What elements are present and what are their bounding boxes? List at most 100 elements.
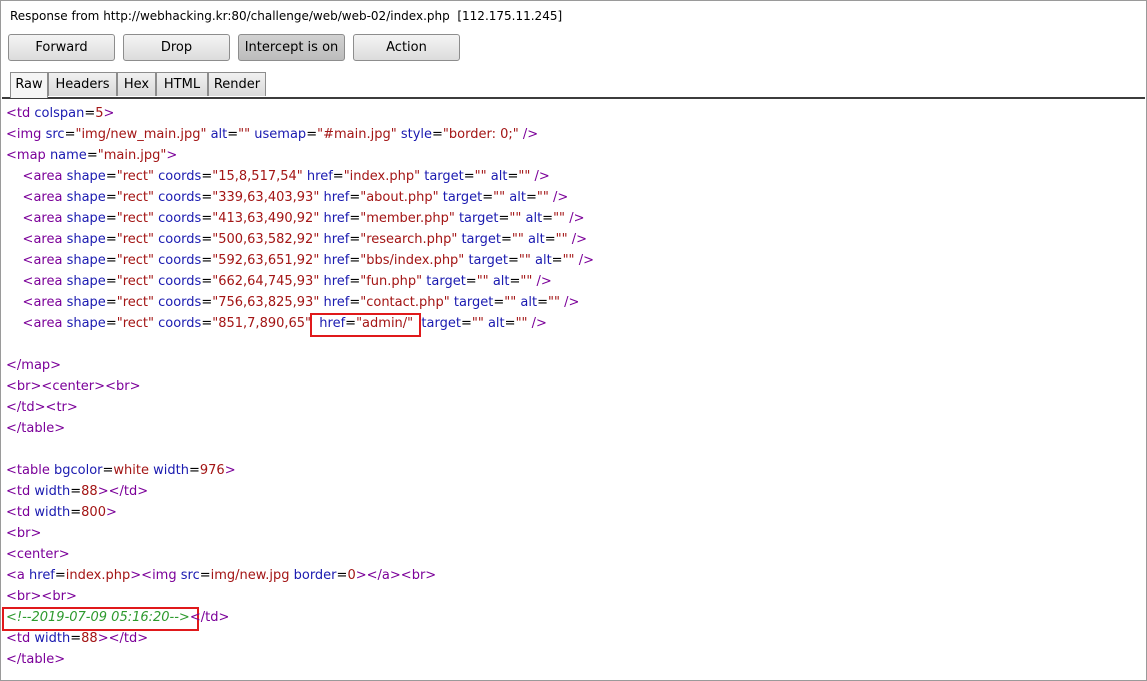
tag-token: > bbox=[137, 631, 149, 646]
tag-token: </ bbox=[366, 568, 382, 583]
tag-token: area bbox=[33, 211, 63, 226]
attr-name-token: coords bbox=[158, 169, 202, 184]
attr-name-token: width bbox=[34, 631, 71, 646]
text-token: = bbox=[64, 127, 76, 142]
attr-name-token: style bbox=[400, 127, 433, 142]
tag-token: > bbox=[30, 589, 42, 604]
text-token: = bbox=[201, 253, 213, 268]
attr-name-token: href bbox=[323, 232, 350, 247]
attr-value-token: "img/new_main.jpg" bbox=[75, 127, 207, 142]
tag-token: center bbox=[52, 379, 95, 394]
attr-value-token: "rect" bbox=[116, 211, 154, 226]
attr-name-token: colspan bbox=[34, 106, 85, 121]
tag-token: < bbox=[41, 379, 53, 394]
attr-name-token: shape bbox=[66, 316, 106, 331]
tag-token: </ bbox=[6, 421, 22, 436]
code-line: <area shape="rect" coords="15,8,517,54" … bbox=[6, 166, 550, 187]
attr-value-token: "" bbox=[553, 211, 566, 226]
text-token: = bbox=[201, 274, 213, 289]
attr-name-token: coords bbox=[158, 253, 202, 268]
attr-value-token: 5 bbox=[95, 106, 104, 121]
response-viewer-window: Response from http://webhacking.kr:80/ch… bbox=[0, 0, 1147, 681]
tag-token: > bbox=[97, 631, 109, 646]
attr-name-token: href bbox=[323, 274, 350, 289]
attr-name-token: coords bbox=[158, 274, 202, 289]
attr-value-token: "rect" bbox=[116, 274, 154, 289]
attr-value-token: "" bbox=[548, 295, 560, 310]
text-token: = bbox=[345, 316, 357, 331]
code-line: <table bgcolor=white width=976> bbox=[6, 460, 236, 481]
tag-token: < bbox=[22, 316, 34, 331]
attr-value-token: "" bbox=[518, 169, 531, 184]
attr-name-token: shape bbox=[66, 253, 106, 268]
attr-value-token: "" bbox=[562, 253, 575, 268]
forward-button[interactable]: Forward bbox=[8, 34, 115, 61]
tag-token: </ bbox=[108, 484, 124, 499]
text-token: = bbox=[105, 211, 117, 226]
attr-value-token: "rect" bbox=[116, 169, 154, 184]
drop-button[interactable]: Drop bbox=[123, 34, 230, 61]
tag-token: br bbox=[411, 568, 426, 583]
tab-headers[interactable]: Headers bbox=[48, 72, 117, 96]
tag-token: br bbox=[16, 589, 31, 604]
tag-token: > bbox=[97, 484, 109, 499]
text-token: = bbox=[227, 127, 239, 142]
tag-token: > bbox=[66, 400, 78, 415]
tab-hex[interactable]: Hex bbox=[117, 72, 156, 96]
code-line: </table> bbox=[6, 418, 65, 439]
text-token: = bbox=[432, 127, 443, 142]
tag-token: < bbox=[22, 253, 34, 268]
tag-token: /> bbox=[534, 169, 550, 184]
action-button[interactable]: Action bbox=[353, 34, 460, 61]
attr-value-token: "rect" bbox=[116, 295, 154, 310]
text-token: = bbox=[482, 190, 494, 205]
attr-name-token: width bbox=[34, 484, 71, 499]
code-line: <area shape="rect" coords="756,63,825,93… bbox=[6, 292, 580, 313]
tab-render[interactable]: Render bbox=[208, 72, 266, 96]
code-line: <area shape="rect" coords="500,63,582,92… bbox=[6, 229, 587, 250]
attr-name-token: shape bbox=[66, 190, 106, 205]
tag-token: > bbox=[54, 652, 66, 667]
tab-html[interactable]: HTML bbox=[156, 72, 208, 96]
text-token: = bbox=[463, 169, 475, 184]
tag-token: </ bbox=[6, 652, 22, 667]
attr-name-token: alt bbox=[528, 232, 545, 247]
tag-token: /> bbox=[536, 274, 552, 289]
text-token: = bbox=[349, 253, 361, 268]
tag-token: area bbox=[33, 295, 63, 310]
attr-value-token: "" bbox=[238, 127, 251, 142]
tag-token: < bbox=[22, 169, 34, 184]
attr-name-token: alt bbox=[525, 211, 543, 226]
attr-name-token: href bbox=[323, 253, 350, 268]
text-token: = bbox=[201, 169, 213, 184]
tag-token: < bbox=[22, 295, 34, 310]
tag-token: /> bbox=[564, 295, 580, 310]
attr-name-token: coords bbox=[158, 232, 202, 247]
attr-value-token: "rect" bbox=[116, 253, 154, 268]
attr-name-token: bgcolor bbox=[53, 463, 103, 478]
code-line: <img src="img/new_main.jpg" alt="" usema… bbox=[6, 124, 538, 145]
text-token: = bbox=[201, 232, 213, 247]
tag-token: /> bbox=[569, 211, 585, 226]
tag-token: /> bbox=[552, 190, 569, 205]
attr-value-token: "bbs/index.php" bbox=[360, 253, 465, 268]
code-line: </table> bbox=[6, 649, 65, 670]
code-line: <td width=88></td> bbox=[6, 628, 148, 649]
attr-name-token: alt bbox=[509, 190, 526, 205]
attr-name-token: href bbox=[29, 568, 55, 583]
tag-token: /> bbox=[522, 127, 539, 142]
text-token: = bbox=[70, 631, 82, 646]
tag-token: > bbox=[218, 610, 230, 625]
text-token: = bbox=[349, 232, 361, 247]
tab-raw[interactable]: Raw bbox=[10, 72, 48, 98]
tag-token: > bbox=[30, 379, 42, 394]
attr-name-token: alt bbox=[210, 127, 228, 142]
raw-response-editor[interactable]: < td colspan = 5 > <img src="img/new_main.jpg… bbox=[2, 99, 1145, 679]
attr-value-token: "" bbox=[474, 169, 487, 184]
tag-token: td bbox=[16, 505, 31, 520]
intercept-toggle-button[interactable]: Intercept is on bbox=[238, 34, 345, 61]
text-token: = bbox=[54, 568, 66, 583]
attr-name-token: coords bbox=[158, 316, 202, 331]
